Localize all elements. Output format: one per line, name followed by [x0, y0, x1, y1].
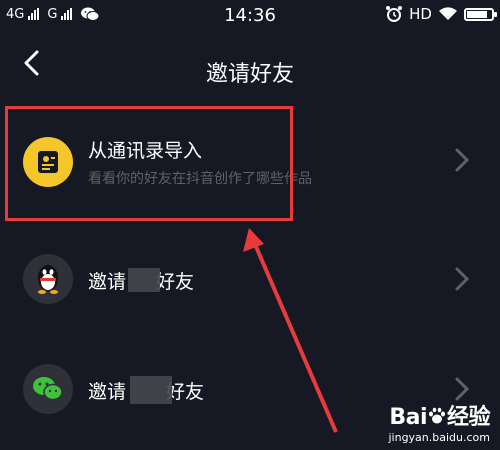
annotation-arrow: [243, 228, 338, 433]
watermark-logo-prefix: Bai: [389, 405, 427, 430]
watermark-logo-suffix: 经验: [446, 405, 491, 430]
baidu-paw-icon: [428, 407, 445, 424]
watermark-url: jingyan.baidu.com: [388, 431, 490, 444]
watermark-logo: Bai 经验: [388, 399, 490, 431]
baidu-watermark: Bai 经验 jingyan.baidu.com: [388, 399, 490, 444]
